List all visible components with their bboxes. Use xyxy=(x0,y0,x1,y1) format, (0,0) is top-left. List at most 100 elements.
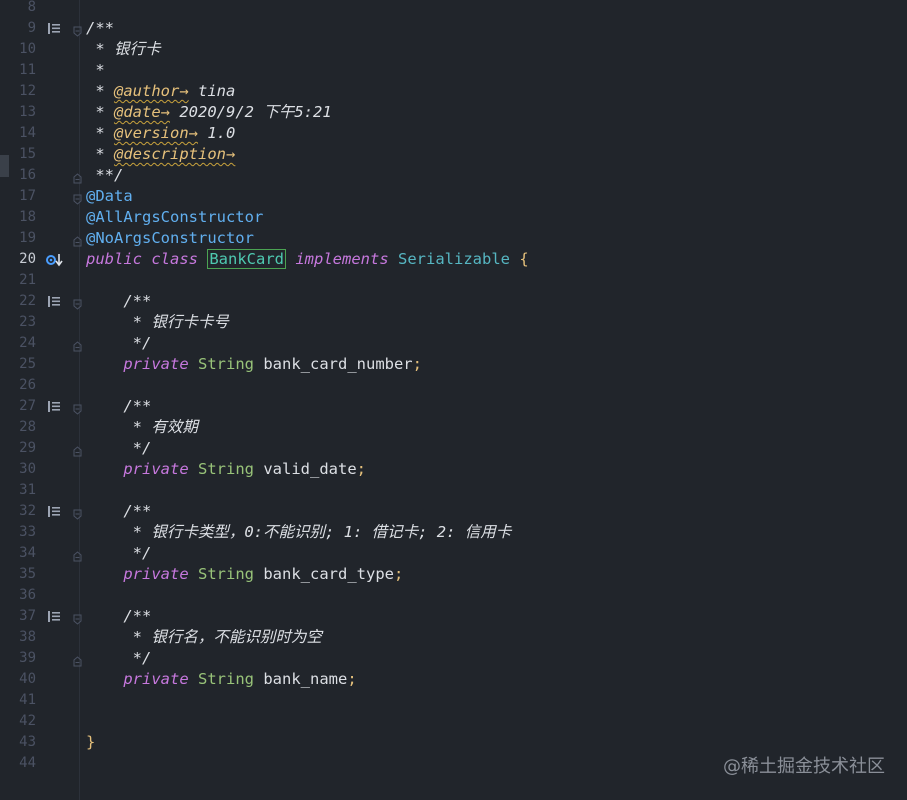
code-text: @NoArgsConstructor xyxy=(86,228,254,249)
code-token: String xyxy=(198,460,254,478)
code-text: private String bank_card_number; xyxy=(86,354,422,375)
code-line[interactable]: 37 /** xyxy=(0,606,907,627)
fold-close-icon[interactable] xyxy=(73,170,82,184)
toggle-doc-render-icon[interactable] xyxy=(46,21,62,36)
code-line[interactable]: 28 * 有效期 xyxy=(0,417,907,438)
code-text: /** xyxy=(86,396,151,417)
code-token: * xyxy=(86,124,114,142)
code-line[interactable]: 12 * @author→ tina xyxy=(0,81,907,102)
watermark: @稀土掘金技术社区 xyxy=(723,756,885,777)
code-editor[interactable]: 8 9/** 10 * 银行卡 11 * 12 * @author→ tina 13 * … xyxy=(0,0,907,800)
code-line[interactable]: 17 @Data xyxy=(0,186,907,207)
code-line[interactable]: 22 /** xyxy=(0,291,907,312)
code-line[interactable]: 42 xyxy=(0,711,907,732)
code-line[interactable]: 24 */ xyxy=(0,333,907,354)
line-number: 39 xyxy=(19,650,36,666)
code-token: * xyxy=(86,82,114,100)
code-token: String xyxy=(198,565,254,583)
code-line[interactable]: 32 /** xyxy=(0,501,907,522)
code-token: /** xyxy=(86,292,152,310)
toggle-doc-render-icon[interactable] xyxy=(46,504,62,519)
fold-open-icon[interactable] xyxy=(73,296,82,310)
code-line[interactable]: 15 * @description→ xyxy=(0,144,907,165)
code-line[interactable]: 25 private String bank_card_number; xyxy=(0,354,907,375)
fold-open-icon[interactable] xyxy=(73,23,82,37)
code-text: public class BankCard implements Seriali… xyxy=(86,249,529,270)
code-line[interactable]: 21 xyxy=(0,270,907,291)
code-token: /** xyxy=(86,502,152,520)
code-line[interactable]: 38 * 银行名，不能识别时为空 xyxy=(0,627,907,648)
code-line[interactable]: 34 */ xyxy=(0,543,907,564)
line-number: 23 xyxy=(19,314,36,330)
line-number: 35 xyxy=(19,566,36,582)
code-line[interactable]: 41 xyxy=(0,690,907,711)
code-token: implements xyxy=(295,250,389,268)
fold-close-icon[interactable] xyxy=(73,338,82,352)
code-line[interactable]: 20 public class BankCard implements Seria… xyxy=(0,249,907,270)
code-line[interactable]: 30 private String valid_date; xyxy=(0,459,907,480)
code-text: * 银行卡卡号 xyxy=(86,312,229,333)
code-text: */ xyxy=(86,333,152,354)
code-line[interactable]: 9 /** xyxy=(0,18,907,39)
fold-close-icon[interactable] xyxy=(73,233,82,247)
code-token: @AllArgsConstructor xyxy=(86,208,264,226)
code-line[interactable]: 36 xyxy=(0,585,907,606)
code-text: * 银行卡类型，0:不能识别; 1: 借记卡; 2: 信用卡 xyxy=(86,522,512,543)
code-token: */ xyxy=(86,544,152,562)
fold-open-icon[interactable] xyxy=(73,506,82,520)
toggle-doc-render-icon[interactable] xyxy=(46,399,62,414)
toggle-doc-render-icon[interactable] xyxy=(46,294,62,309)
code-line[interactable]: 18 @AllArgsConstructor xyxy=(0,207,907,228)
implements-gutter-icon[interactable] xyxy=(46,252,63,267)
code-token: private xyxy=(123,670,189,688)
fold-open-icon[interactable] xyxy=(73,611,82,625)
code-token: /** xyxy=(86,607,152,625)
code-token: public class xyxy=(86,250,208,268)
fold-open-icon[interactable] xyxy=(73,191,82,205)
code-token: @version→ xyxy=(114,124,198,142)
code-line[interactable]: 16 **/ xyxy=(0,165,907,186)
code-text: * 有效期 xyxy=(86,417,198,438)
code-line[interactable]: 29 */ xyxy=(0,438,907,459)
code-line[interactable]: 27 /** xyxy=(0,396,907,417)
code-token: * 银行卡卡号 xyxy=(86,313,229,331)
code-token: ; xyxy=(412,355,422,373)
code-token: tina xyxy=(188,82,236,100)
code-line[interactable]: 33 * 银行卡类型，0:不能识别; 1: 借记卡; 2: 信用卡 xyxy=(0,522,907,543)
line-number: 12 xyxy=(19,83,36,99)
line-number: 21 xyxy=(19,272,36,288)
code-line[interactable]: 35 private String bank_card_type; xyxy=(0,564,907,585)
fold-open-icon[interactable] xyxy=(73,401,82,415)
code-line[interactable]: 10 * 银行卡 xyxy=(0,39,907,60)
line-number: 44 xyxy=(19,755,36,771)
code-line[interactable]: 13 * @date→ 2020/9/2 下午5:21 xyxy=(0,102,907,123)
code-text: /** xyxy=(86,606,151,627)
code-line[interactable]: 8 xyxy=(0,0,907,18)
code-line[interactable]: 23 * 银行卡卡号 xyxy=(0,312,907,333)
fold-close-icon[interactable] xyxy=(73,653,82,667)
code-line[interactable]: 14 * @version→ 1.0 xyxy=(0,123,907,144)
code-line[interactable]: 19 @NoArgsConstructor xyxy=(0,228,907,249)
line-number: 16 xyxy=(19,167,36,183)
code-line[interactable]: 39 */ xyxy=(0,648,907,669)
fold-close-icon[interactable] xyxy=(73,548,82,562)
fold-close-icon[interactable] xyxy=(73,443,82,457)
code-token: **/ xyxy=(86,166,124,184)
code-line[interactable]: 11 * xyxy=(0,60,907,81)
code-line[interactable]: 31 xyxy=(0,480,907,501)
code-line[interactable]: 26 xyxy=(0,375,907,396)
code-line[interactable]: 40 private String bank_name; xyxy=(0,669,907,690)
code-token: @author→ xyxy=(114,82,189,100)
line-number: 42 xyxy=(19,713,36,729)
line-number: 20 xyxy=(19,251,36,267)
toggle-doc-render-icon[interactable] xyxy=(46,609,62,624)
line-number: 24 xyxy=(19,335,36,351)
code-line[interactable]: 43} xyxy=(0,732,907,753)
code-text: */ xyxy=(86,438,152,459)
